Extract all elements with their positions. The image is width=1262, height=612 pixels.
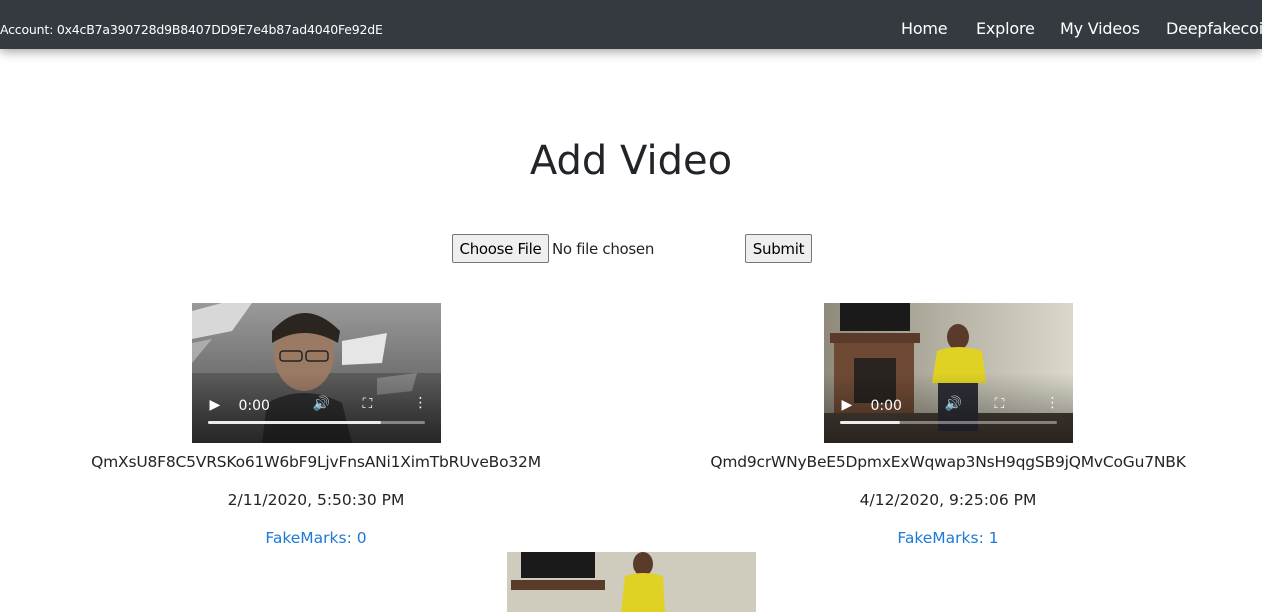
more-options-icon[interactable]: ⋮ [1046,396,1060,410]
video-progress-fill [839,421,901,424]
video-player[interactable] [507,552,756,612]
video-controls: ▶ 0:00 🔊 ⛶ ⋮ [191,373,441,443]
video-controls: ▶ 0:00 🔊 ⛶ ⋮ [823,373,1073,443]
video-player[interactable]: ▶ 0:00 🔊 ⛶ ⋮ [823,303,1073,443]
video-time: 0:00 [870,398,902,414]
fullscreen-icon[interactable]: ⛶ [995,397,1005,411]
nav-link-home[interactable]: Home [901,19,948,38]
nav-link-my-videos[interactable]: My Videos [1060,19,1140,38]
top-navbar: Account: 0x4cB7a390728d9B8407DD9E7e4b87a… [0,0,1262,49]
volume-icon[interactable]: 🔊 [945,397,962,411]
video-progress-bar[interactable] [207,421,425,424]
video-date: 2/11/2020, 5:50:30 PM [227,491,405,509]
account-address: Account: 0x4cB7a390728d9B8407DD9E7e4b87a… [0,22,383,37]
nav-link-explore[interactable]: Explore [976,19,1035,38]
video-card: ▶ 0:00 🔊 ⛶ ⋮ QmXsU8F8C5VRSKo61W6bF9LjvFn… [56,303,576,547]
video-hash: QmXsU8F8C5VRSKo61W6bF9LjvFnsANi1XimTbRUv… [91,453,541,471]
video-progress-bar[interactable] [839,421,1057,424]
play-icon[interactable]: ▶ [842,398,853,412]
video-hash: Qmd9crWNyBeE5DpmxExWqwap3NsH9qgSB9jQMvCo… [710,453,1186,471]
fakemarks-link[interactable]: FakeMarks: 1 [688,529,1208,547]
video-time: 0:00 [238,398,270,414]
fullscreen-icon[interactable]: ⛶ [363,397,373,411]
video-progress-fill [207,421,382,424]
choose-file-button[interactable]: Choose File [452,234,549,263]
video-card: ▶ 0:00 🔊 ⛶ ⋮ Qmd9crWNyBeE5DpmxExWqwap3Ns… [688,303,1208,547]
nav-link-deepfakecoin[interactable]: Deepfakecoin [1166,19,1262,38]
video-date: 4/12/2020, 9:25:06 PM [859,491,1037,509]
play-icon[interactable]: ▶ [210,398,221,412]
video-thumbnail [507,552,756,612]
submit-button[interactable]: Submit [745,234,812,263]
volume-icon[interactable]: 🔊 [313,397,330,411]
video-player[interactable]: ▶ 0:00 🔊 ⛶ ⋮ [191,303,441,443]
fakemarks-link[interactable]: FakeMarks: 0 [56,529,576,547]
more-options-icon[interactable]: ⋮ [414,396,428,410]
file-status-text: No file chosen [552,240,655,258]
page-title: Add Video [529,138,733,184]
